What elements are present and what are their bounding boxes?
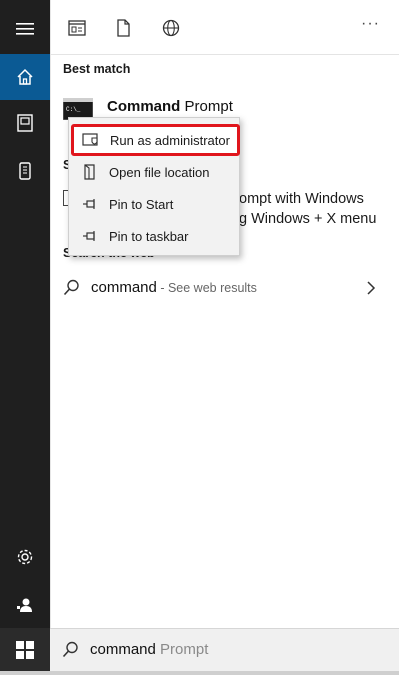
- app-name-bold: Command: [107, 98, 181, 115]
- bottom-edge: [0, 671, 399, 675]
- search-input[interactable]: command Prompt: [90, 641, 208, 658]
- context-menu: Run as administrator Open file location …: [68, 117, 240, 256]
- pin-to-taskbar-label: Pin to taskbar: [109, 228, 189, 244]
- search-typed-text: command: [90, 641, 156, 658]
- settings-icon: [17, 549, 33, 565]
- document-filter-icon[interactable]: [113, 18, 133, 38]
- search-suggestion-text: Prompt: [155, 641, 209, 658]
- pin-to-start-label: Pin to Start: [109, 196, 174, 212]
- filter-bar: ···: [51, 0, 399, 55]
- web-result-text: command - See web results: [91, 279, 257, 297]
- left-rail: [0, 0, 50, 675]
- run-as-administrator-label: Run as administrator: [110, 132, 230, 148]
- home-button[interactable]: [0, 54, 50, 100]
- search-icon: [62, 641, 78, 658]
- web-suffix: - See web results: [156, 281, 257, 295]
- app-name-rest: Prompt: [180, 98, 233, 115]
- search-results-panel: ··· Best match C:\_ Command Prompt S omp…: [50, 0, 399, 628]
- search-icon: [63, 279, 79, 296]
- feedback-icon: [17, 598, 32, 612]
- pin-icon: [79, 230, 101, 242]
- svg-text:C:\_: C:\_: [66, 106, 81, 113]
- pin-to-taskbar-item[interactable]: Pin to taskbar: [69, 220, 239, 252]
- run-as-administrator-item[interactable]: Run as administrator: [71, 124, 240, 156]
- more-options-button[interactable]: ···: [361, 15, 380, 33]
- device-icon: [19, 162, 31, 180]
- apps-filter-icon[interactable]: [67, 18, 87, 38]
- open-file-location-item[interactable]: Open file location: [69, 156, 239, 188]
- windows-logo-icon: [16, 640, 34, 659]
- best-match-label: Best match: [63, 62, 131, 76]
- device-button[interactable]: [0, 148, 50, 194]
- web-query: command: [91, 279, 157, 296]
- documents-button[interactable]: [0, 100, 50, 146]
- taskbar-search-box[interactable]: command Prompt: [50, 628, 399, 672]
- hamburger-menu-button[interactable]: [0, 6, 50, 52]
- pin-to-start-item[interactable]: Pin to Start: [69, 188, 239, 220]
- start-button[interactable]: [0, 628, 50, 671]
- hamburger-icon: [16, 23, 34, 35]
- home-icon: [17, 68, 33, 85]
- web-filter-icon[interactable]: [161, 18, 181, 38]
- feedback-button[interactable]: [0, 582, 50, 628]
- web-result-item[interactable]: command - See web results: [51, 274, 399, 304]
- documents-icon: [17, 114, 33, 132]
- open-file-location-label: Open file location: [109, 164, 210, 180]
- settings-button[interactable]: [0, 534, 50, 580]
- best-match-title: Command Prompt: [107, 98, 233, 115]
- pin-icon: [79, 198, 101, 210]
- settings-item-line1[interactable]: ompt with Windows: [239, 191, 364, 207]
- folder-icon: [79, 164, 101, 180]
- shield-icon: [80, 133, 102, 147]
- chevron-right-icon[interactable]: [366, 280, 376, 296]
- settings-item-line2[interactable]: g Windows + X menu: [239, 211, 376, 227]
